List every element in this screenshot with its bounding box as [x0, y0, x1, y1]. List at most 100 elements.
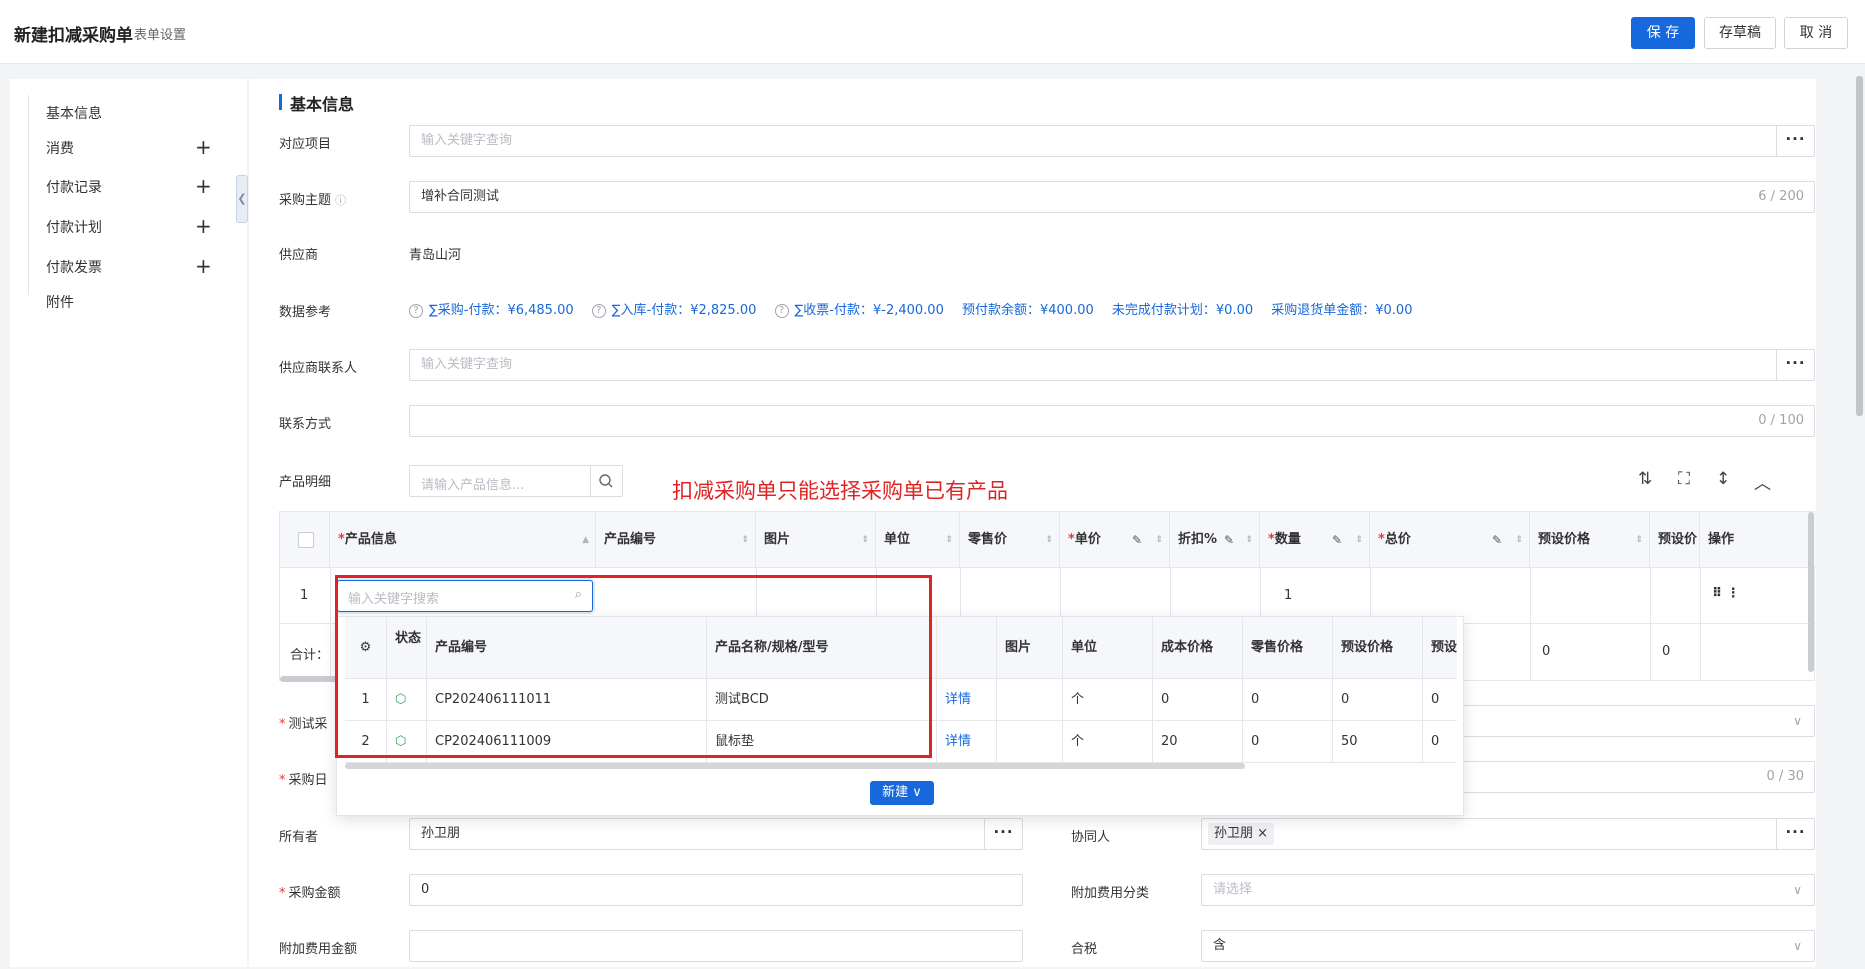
chevron-down-icon: ∨ [1793, 714, 1802, 728]
more-icon[interactable]: ··· [984, 818, 1022, 850]
fullscreen-icon[interactable]: ⛶ [1678, 469, 1690, 489]
amount-label: * 采购金额 [279, 886, 341, 901]
popup-horizontal-scrollbar[interactable] [345, 763, 1245, 769]
col-preset-price[interactable]: 预设价格 ⇕ [1530, 512, 1650, 568]
col-total[interactable]: *总价 ✎ ⇕ [1370, 512, 1530, 568]
help-icon: ? [774, 304, 789, 318]
more-icon[interactable]: ··· [1776, 349, 1814, 381]
collaborator-label: 协同人 [1071, 830, 1111, 845]
save-draft-button[interactable]: 存草稿 [1704, 17, 1776, 49]
subject-input[interactable]: 增补合同测试 6 / 200 [409, 181, 1815, 213]
add-payment-invoice-icon[interactable]: + [195, 256, 212, 276]
col-retail-price[interactable]: 零售价 ⇕ [960, 512, 1060, 568]
total-label: 合计： [290, 648, 330, 663]
select-all-checkbox[interactable] [298, 532, 314, 548]
collaborator-tag[interactable]: 孙卫朋 × [1208, 823, 1275, 845]
owner-label: 所有者 [279, 830, 319, 845]
row-actions-icon[interactable]: ⠿ ⋮ [1712, 586, 1740, 601]
col-retail-price: 零售价格 [1243, 617, 1333, 679]
page-title: 新建扣减采购单 [14, 26, 133, 46]
add-payment-record-icon[interactable]: + [195, 176, 212, 196]
sidebar-item-payment-records[interactable]: 付款记录 [46, 177, 102, 197]
total-preset-price-2: 0 [1662, 644, 1671, 659]
detail-link[interactable]: 详情 [937, 721, 997, 763]
extra-amount-label: 附加费用金额 [279, 942, 358, 957]
ref-item[interactable]: ∑入库-付款：¥2,825.00 [612, 303, 757, 318]
edit-icon: ✎ [1332, 533, 1343, 547]
table-toolbar: ⇅ ⛶ ↕ ︿ [1616, 465, 1816, 495]
col-detail [937, 617, 997, 679]
col-preset-price-2[interactable]: 预设价 [1650, 512, 1700, 568]
ref-item[interactable]: 采购退货单金额：¥0.00 [1271, 303, 1412, 318]
save-button[interactable]: 保 存 [1631, 17, 1695, 49]
col-actions: 操作 [1708, 532, 1735, 547]
data-ref-row: ? ∑采购-付款：¥6,485.00 ? ∑入库-付款：¥2,825.00 ? ∑收票… [409, 299, 1426, 318]
col-unit[interactable]: 单位 ⇕ [876, 512, 960, 568]
annotation-highlight-box [335, 575, 932, 758]
phone-input[interactable]: 0 / 100 [409, 405, 1815, 437]
ref-item[interactable]: ∑采购-付款：¥6,485.00 [429, 303, 574, 318]
sidebar-divider [28, 95, 29, 295]
col-image: 图片 [997, 617, 1063, 679]
form-settings-link[interactable]: 表单设置 [134, 24, 186, 43]
phone-label: 联系方式 [279, 417, 332, 432]
edit-icon: ✎ [1224, 533, 1235, 547]
select-all-column [280, 512, 330, 568]
sidebar-item-payment-plan[interactable]: 付款计划 [46, 217, 102, 237]
help-icon: ⓘ [335, 194, 347, 207]
edit-icon: ✎ [1132, 533, 1143, 547]
cancel-button[interactable]: 取 消 [1784, 17, 1848, 49]
more-icon[interactable]: ··· [1776, 125, 1814, 157]
supplier-label: 供应商 [279, 248, 319, 263]
ref-item[interactable]: ∑收票-付款：¥-2,400.00 [795, 303, 944, 318]
col-quantity[interactable]: *数量 ✎ ⇕ [1260, 512, 1370, 568]
project-label: 对应项目 [279, 137, 332, 152]
add-consumption-icon[interactable]: + [195, 137, 212, 157]
search-icon [599, 474, 613, 488]
sidebar-collapse-icon[interactable]: ❮ [236, 175, 248, 223]
new-product-button[interactable]: 新建 ∨ [870, 781, 934, 805]
contact-input[interactable]: 输入关键字查询 ··· [409, 349, 1815, 381]
chevron-down-icon: ∨ [1793, 883, 1802, 897]
tax-label: 合税 [1071, 942, 1098, 957]
amount-input[interactable]: 0 [409, 874, 1023, 906]
row-index: 1 [300, 588, 309, 603]
product-label: 产品明细 [279, 475, 332, 490]
chevron-down-icon: ∨ [1793, 939, 1802, 953]
tax-select[interactable]: 含 ∨ [1201, 930, 1815, 962]
collaborator-input[interactable]: 孙卫朋 × ··· [1201, 818, 1815, 850]
more-icon[interactable]: ··· [1776, 818, 1814, 850]
detail-link[interactable]: 详情 [937, 679, 997, 721]
sidebar-item-payment-invoice[interactable]: 付款发票 [46, 257, 102, 277]
help-icon: ? [591, 304, 606, 318]
main-form: 基本信息 对应项目 输入关键字查询 ··· 采购主题 ⓘ 增补合同测试 6 / … [249, 79, 1816, 967]
owner-input[interactable]: 孙卫朋 ··· [409, 818, 1023, 850]
page-vertical-scrollbar[interactable] [1856, 76, 1863, 416]
data-ref-label: 数据参考 [279, 305, 332, 320]
product-search-input[interactable]: 请输入产品信息... [409, 465, 623, 497]
col-product-code[interactable]: 产品编号 ⇕ [596, 512, 756, 568]
search-button[interactable] [590, 466, 622, 496]
project-input[interactable]: 输入关键字查询 ··· [409, 125, 1815, 157]
col-preset-2: 预设 [1431, 640, 1458, 655]
sidebar-item-basic-info[interactable]: 基本信息 [46, 103, 102, 123]
col-unit-price[interactable]: *单价 ✎ ⇕ [1060, 512, 1170, 568]
add-payment-plan-icon[interactable]: + [195, 216, 212, 236]
col-image[interactable]: 图片 ⇕ [756, 512, 876, 568]
extra-category-select[interactable]: 请选择 ∨ [1201, 874, 1815, 906]
row-height-icon[interactable]: ⇅ [1638, 469, 1652, 489]
chevron-up-icon[interactable]: ︿ [1754, 469, 1771, 494]
table-vertical-scrollbar[interactable] [1808, 512, 1814, 672]
sidebar: 基本信息 消费 + 付款记录 + 付款计划 + 付款发票 + 附件 [10, 79, 247, 967]
col-product-info[interactable]: *产品信息 ▲ [330, 512, 596, 568]
subject-label: 采购主题 ⓘ [279, 193, 347, 208]
expand-vertical-icon[interactable]: ↕ [1716, 469, 1730, 489]
ref-item[interactable]: 预付款余额：¥400.00 [962, 303, 1094, 318]
row-quantity[interactable]: 1 [1284, 588, 1292, 603]
sidebar-item-consumption[interactable]: 消费 [46, 138, 74, 158]
ref-item[interactable]: 未完成付款计划：¥0.00 [1112, 303, 1253, 318]
extra-amount-input[interactable] [409, 930, 1023, 962]
sidebar-item-attachments[interactable]: 附件 [46, 292, 74, 312]
col-discount[interactable]: 折扣% ✎ ⇕ [1170, 512, 1260, 568]
section-title: 基本信息 [279, 91, 354, 115]
